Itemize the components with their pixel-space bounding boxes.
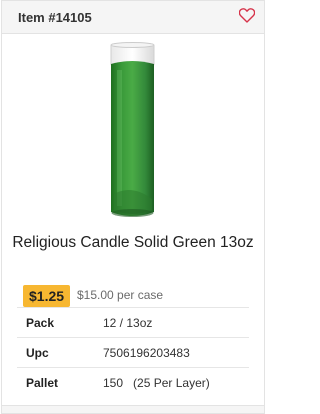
card-footer [2,405,264,413]
spec-row-upc: Upc 7506196203483 [17,337,249,368]
card-header: Item #14105 [2,1,264,34]
spec-row-pack: Pack 12 / 13oz [17,307,249,338]
spec-label: Pack [26,315,55,330]
pallet-note: (25 Per Layer) [133,375,210,390]
spec-value: 12 / 13oz [103,315,153,330]
heart-icon[interactable] [238,8,256,23]
unit-price-badge: $1.25 [23,285,71,307]
product-image[interactable] [2,34,264,224]
item-number: Item #14105 [18,10,92,25]
spec-table: Pack 12 / 13oz Upc 7506196203483 Pallet … [17,307,249,398]
pallet-count: 150 [103,375,124,390]
spec-row-pallet: Pallet 150 (25 Per Layer) [17,367,249,398]
candle-image [110,42,155,217]
case-price: $15.00 per case [77,288,164,302]
spec-value: 7506196203483 [103,345,190,360]
spec-label: Upc [26,345,49,360]
price-row: $1.25 $15.00 per case [2,285,264,307]
spec-value: 150 (25 Per Layer) [103,368,249,398]
spec-label: Pallet [26,375,59,390]
product-title[interactable]: Religious Candle Solid Green 13oz [10,233,256,253]
product-card: Item #14105 Religious Candle Solid Green… [1,0,265,414]
